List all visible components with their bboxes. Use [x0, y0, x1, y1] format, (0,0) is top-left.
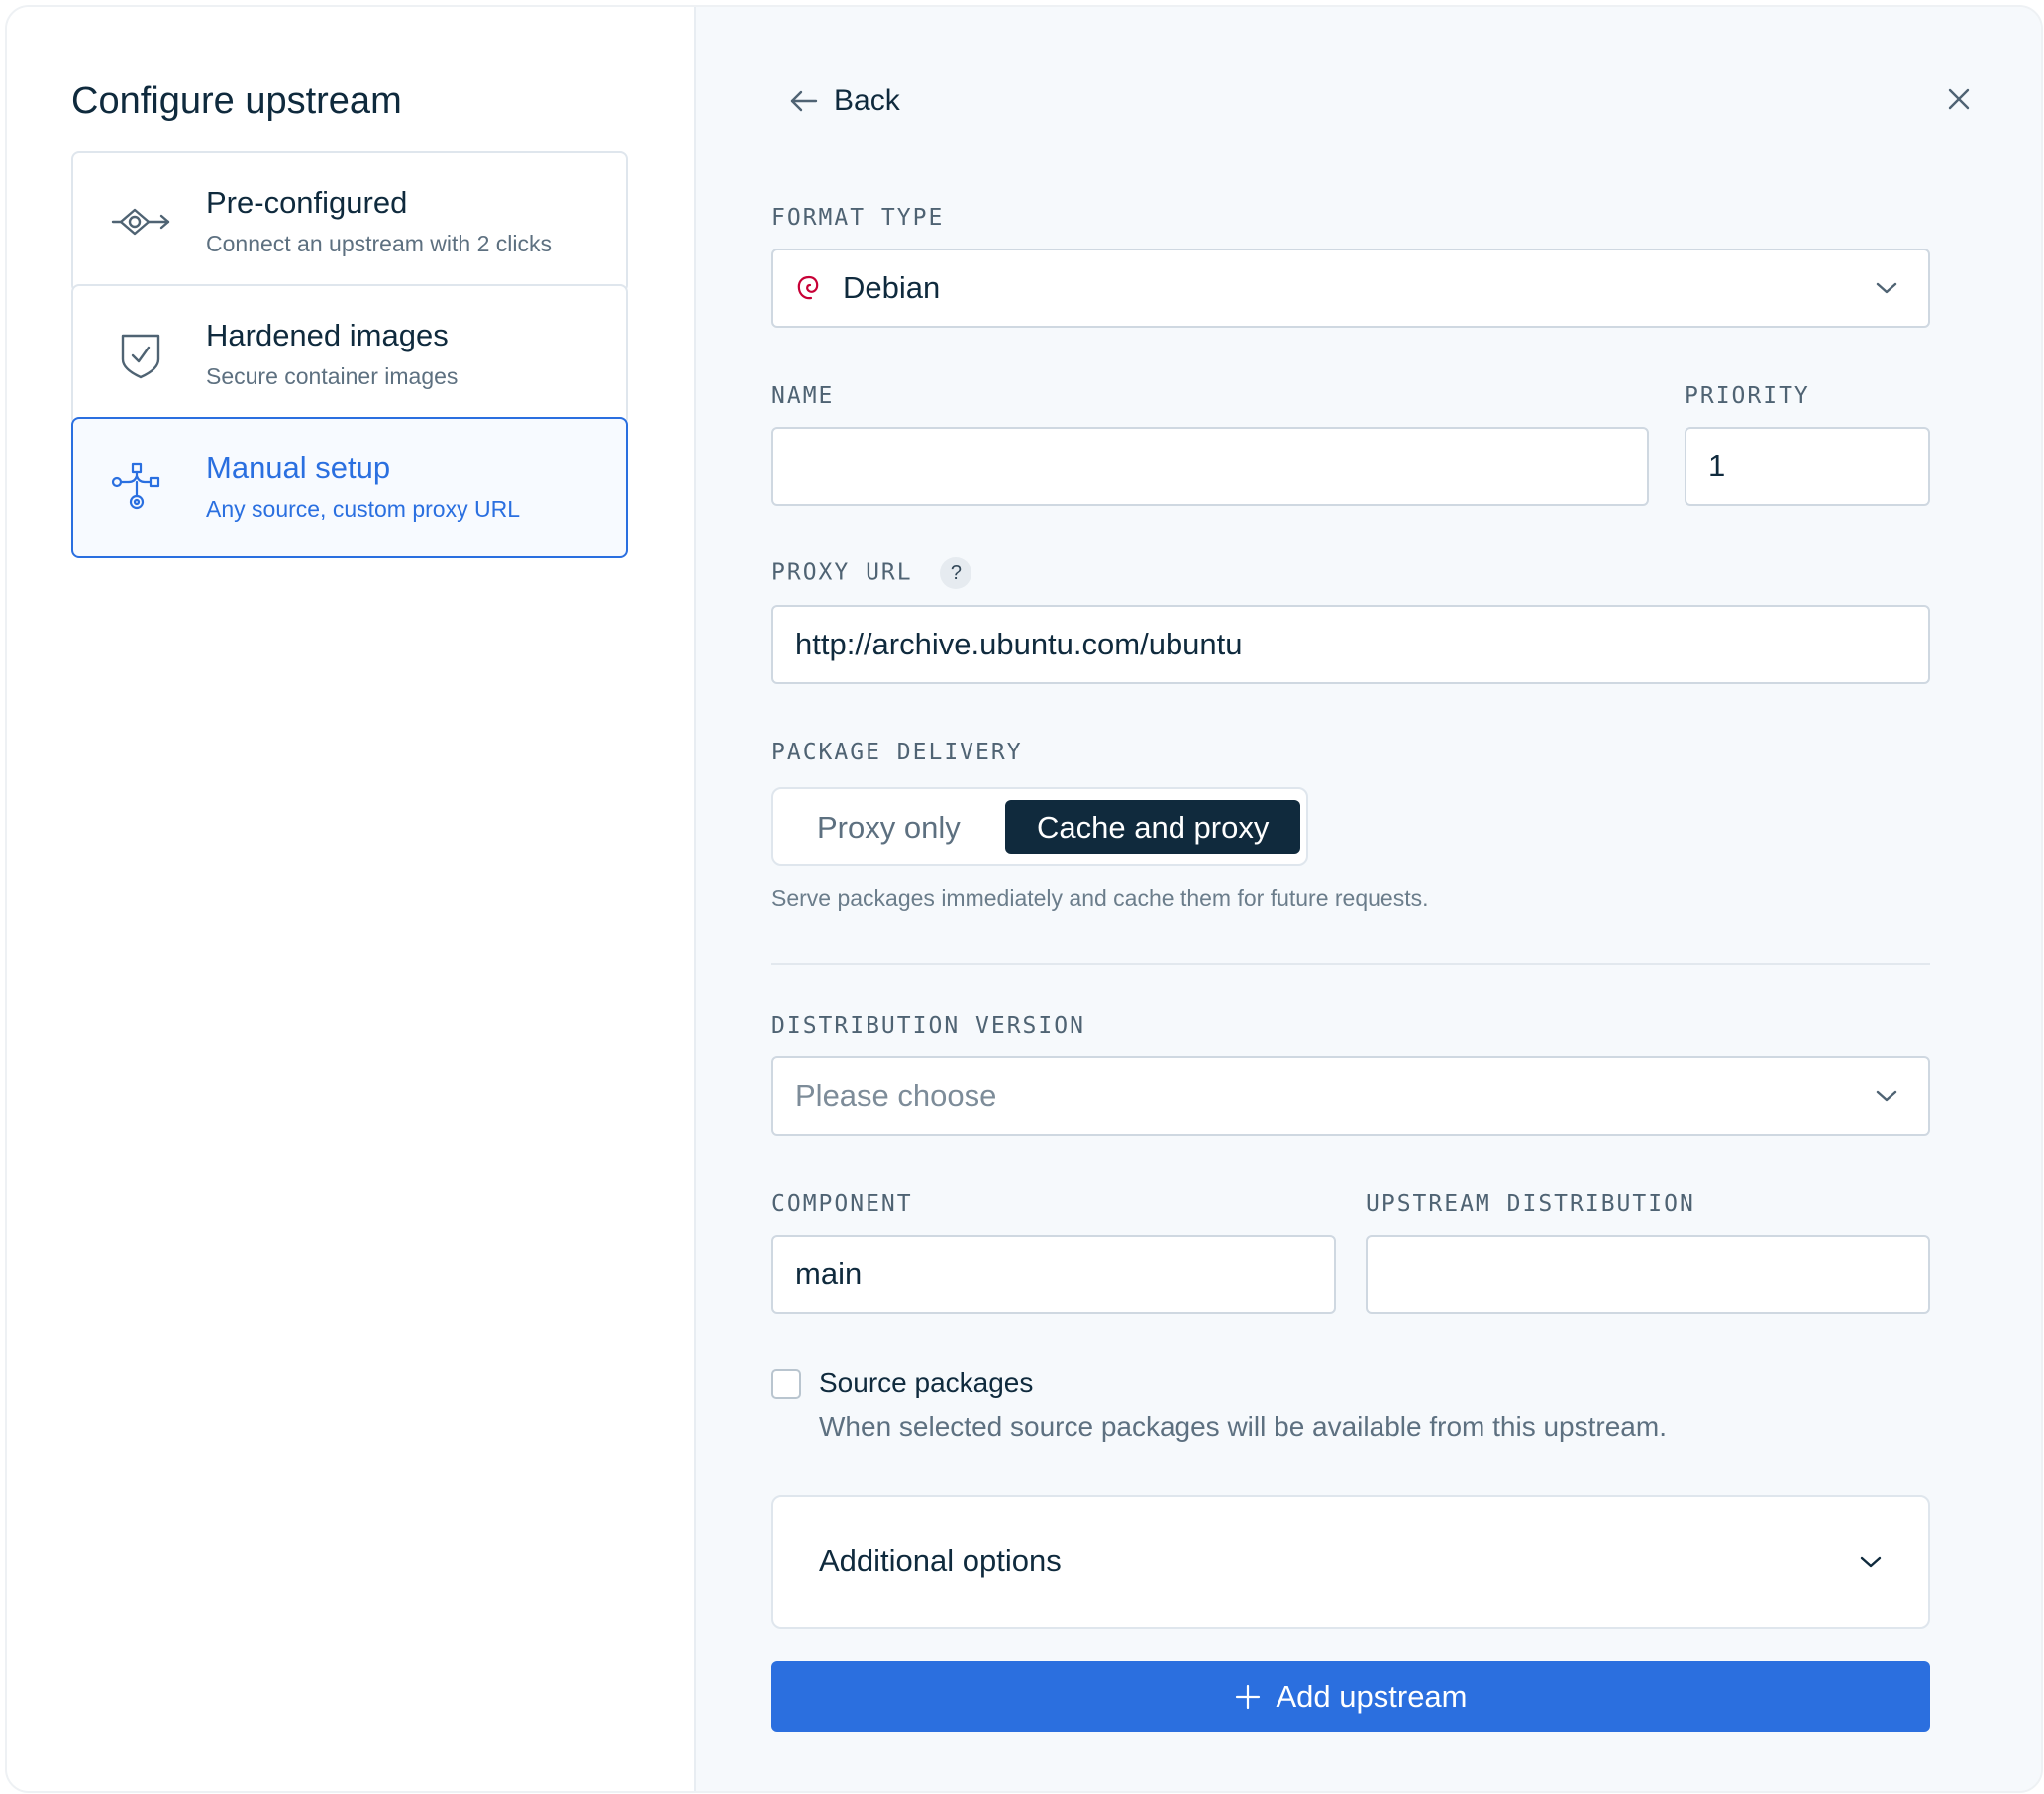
- proxy-only-option[interactable]: Proxy only: [817, 800, 961, 854]
- priority-label: PRIORITY: [1685, 383, 1810, 409]
- option-title: Manual setup: [206, 450, 391, 485]
- configure-upstream-dialog: Configure upstream Pre-configured Connec…: [5, 5, 2043, 1793]
- add-upstream-label: Add upstream: [1276, 1678, 1468, 1714]
- option-title: Hardened images: [206, 318, 449, 352]
- add-upstream-button[interactable]: Add upstream: [771, 1661, 1930, 1732]
- package-delivery-hint: Serve packages immediately and cache the…: [771, 885, 1429, 911]
- format-type-value: Debian: [843, 270, 941, 305]
- upstream-distribution-label: UPSTREAM DISTRIBUTION: [1366, 1191, 1695, 1217]
- additional-options-label: Additional options: [819, 1544, 1062, 1578]
- package-delivery-label: PACKAGE DELIVERY: [771, 740, 1023, 765]
- source-packages-description: When selected source packages will be av…: [819, 1411, 1667, 1442]
- plus-icon: [1235, 1684, 1260, 1709]
- option-subtitle: Any source, custom proxy URL: [206, 496, 521, 522]
- dialog-title: Configure upstream: [71, 80, 402, 122]
- close-icon[interactable]: [1944, 84, 1974, 114]
- option-subtitle: Secure container images: [206, 363, 459, 389]
- component-label: COMPONENT: [771, 1191, 913, 1217]
- component-input[interactable]: main: [771, 1235, 1336, 1314]
- distribution-version-placeholder: Please choose: [795, 1078, 997, 1113]
- priority-input[interactable]: 1: [1685, 427, 1930, 506]
- name-input[interactable]: [771, 427, 1649, 506]
- source-packages-checkbox[interactable]: [771, 1369, 801, 1399]
- priority-value: 1: [1708, 448, 1726, 483]
- proxy-url-label: PROXY URL ?: [771, 557, 972, 589]
- format-type-label: FORMAT TYPE: [771, 205, 945, 231]
- arrow-left-icon: [790, 90, 818, 112]
- source-packages-label[interactable]: Source packages: [819, 1367, 1033, 1399]
- package-delivery-toggle: Proxy only Cache and proxy: [771, 787, 1308, 866]
- option-hardened-images[interactable]: Hardened images Secure container images: [71, 284, 628, 426]
- upstream-distribution-input[interactable]: [1366, 1235, 1930, 1314]
- form-panel: Back FORMAT TYPE Debian NAME PRIORITY 1: [696, 7, 2041, 1791]
- option-subtitle: Connect an upstream with 2 clicks: [206, 231, 552, 256]
- option-title: Pre-configured: [206, 185, 408, 220]
- back-label: Back: [834, 84, 900, 117]
- option-pre-configured[interactable]: Pre-configured Connect an upstream with …: [71, 151, 628, 293]
- name-label: NAME: [771, 383, 835, 409]
- additional-options-accordion[interactable]: Additional options: [771, 1495, 1930, 1629]
- proxy-url-input[interactable]: http://archive.ubuntu.com/ubuntu: [771, 605, 1930, 684]
- section-divider: [771, 963, 1930, 965]
- network-nodes-icon: [111, 462, 160, 510]
- distribution-version-select[interactable]: Please choose: [771, 1056, 1930, 1136]
- format-type-select[interactable]: Debian: [771, 249, 1930, 328]
- proxy-url-label-text: PROXY URL: [771, 559, 913, 586]
- sidebar: Configure upstream Pre-configured Connec…: [7, 7, 696, 1791]
- shield-check-icon: [121, 334, 160, 379]
- back-button[interactable]: Back: [790, 84, 900, 118]
- help-icon[interactable]: ?: [940, 557, 972, 589]
- proxy-url-value: http://archive.ubuntu.com/ubuntu: [795, 627, 1243, 661]
- debian-swirl-icon: [797, 275, 819, 300]
- component-value: main: [795, 1256, 863, 1291]
- distribution-version-label: DISTRIBUTION VERSION: [771, 1013, 1085, 1039]
- chevron-down-icon: [1860, 1556, 1882, 1568]
- chevron-down-icon: [1876, 282, 1897, 294]
- chevron-down-icon: [1876, 1090, 1897, 1102]
- cache-and-proxy-option[interactable]: Cache and proxy: [1005, 800, 1301, 854]
- connector-icon: [111, 208, 170, 236]
- option-manual-setup[interactable]: Manual setup Any source, custom proxy UR…: [71, 417, 628, 558]
